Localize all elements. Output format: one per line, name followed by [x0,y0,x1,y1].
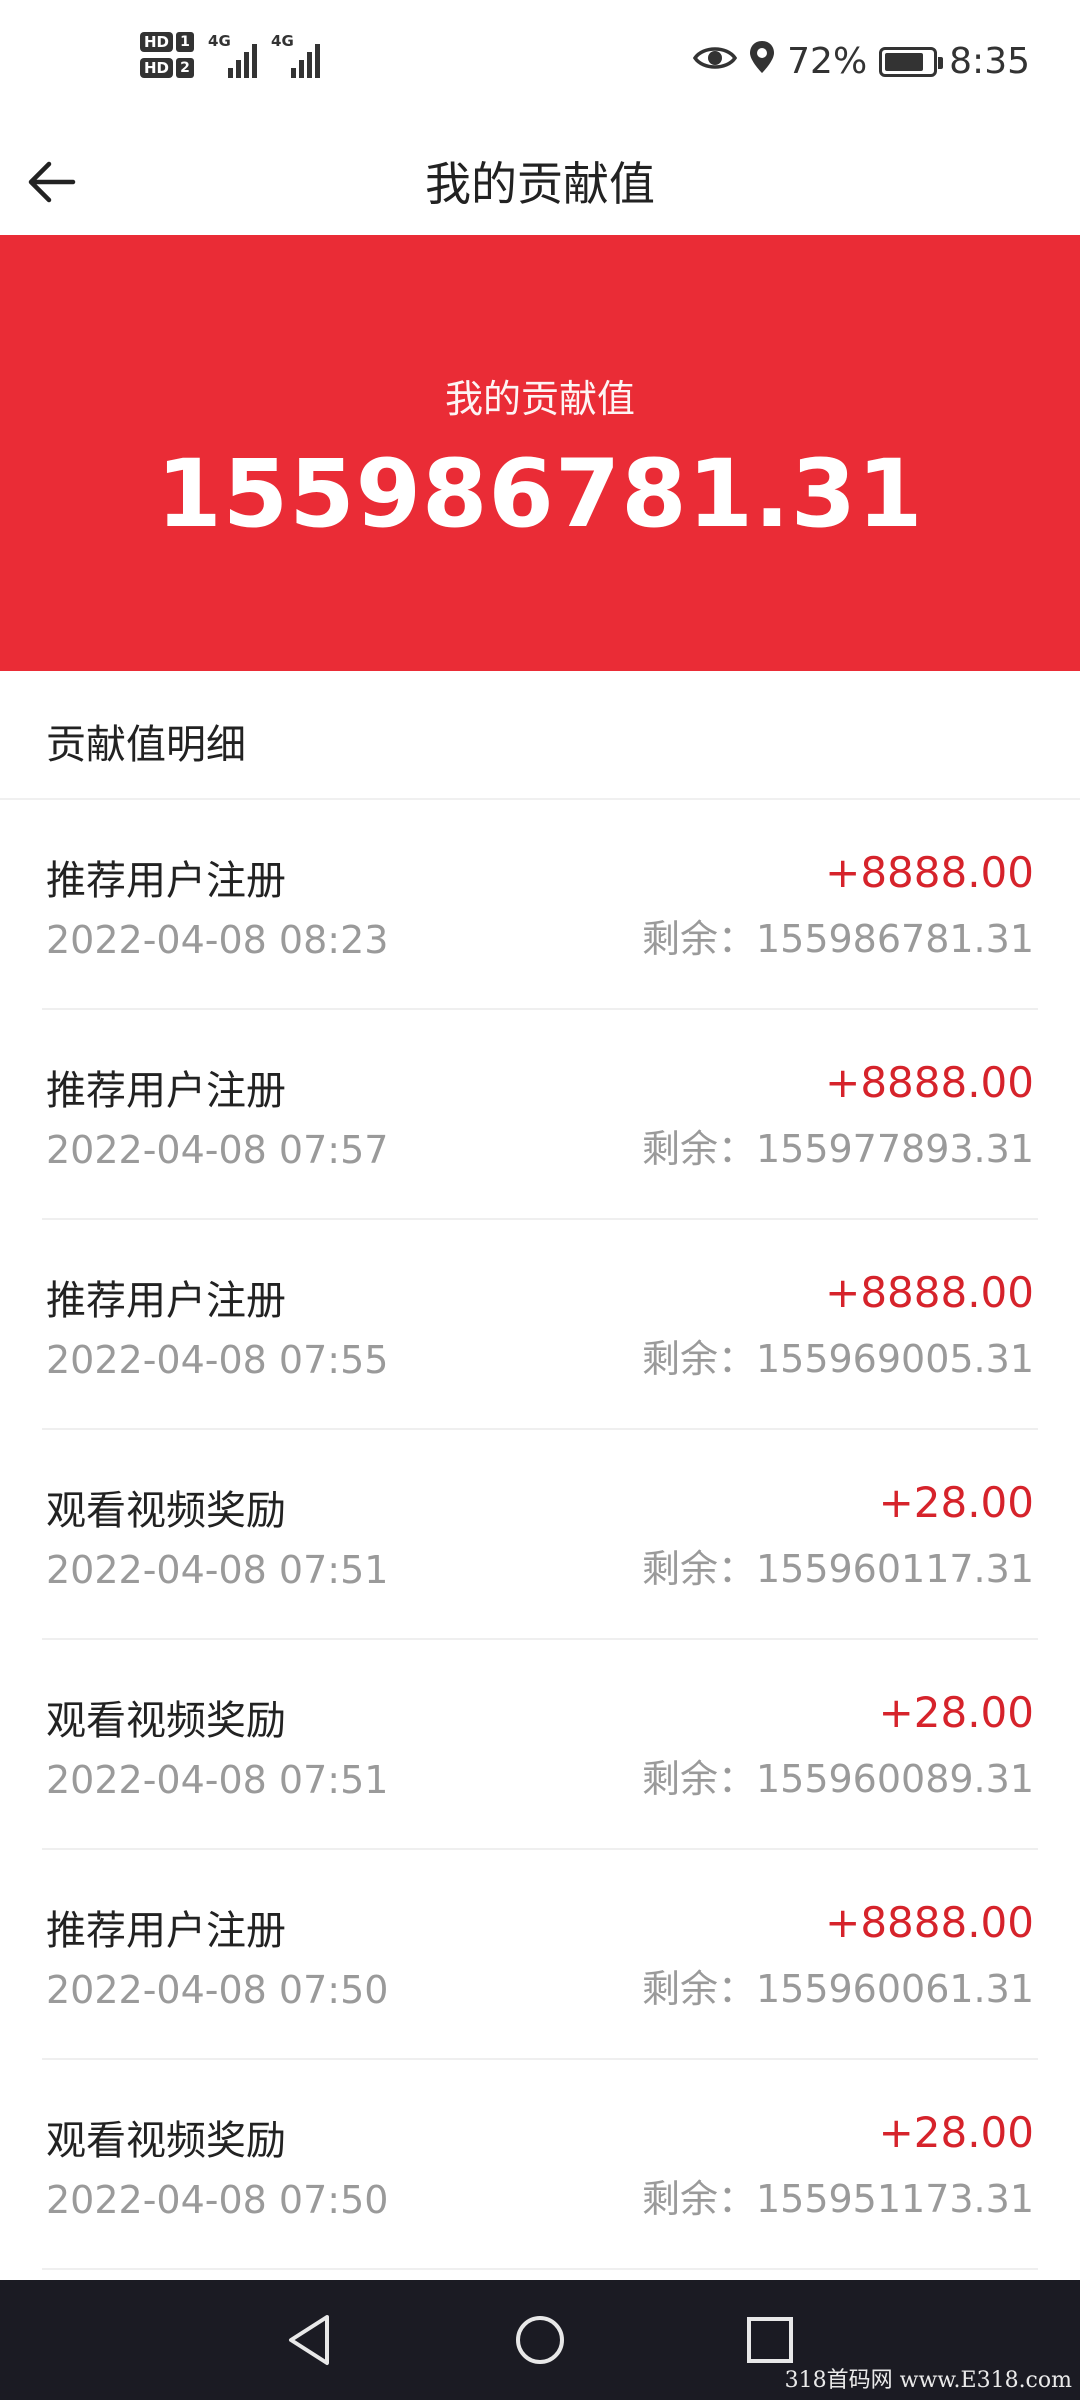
record-time: 2022-04-08 07:55 [46,1338,389,1382]
status-bar: HD 1 HD 2 4G 4G 72% 8:35 [0,0,1080,130]
nav-back-button[interactable] [280,2310,340,2370]
list-item: 推荐用户注册 2022-04-08 08:23 +8888.00 剩余：1559… [42,800,1038,1010]
contribution-total: 155986781.31 [156,440,924,549]
sim2-badge: HD 2 [140,58,195,78]
sim2-hd: HD [140,58,174,78]
sim1-num: 1 [176,32,195,52]
status-bar-right: 72% 8:35 [693,40,1030,83]
record-time: 2022-04-08 07:50 [46,1968,389,2012]
sim-indicators: HD 1 HD 2 [140,32,195,78]
record-balance: 剩余：155960117.31 [641,1547,1034,1591]
contribution-banner: 我的贡献值 155986781.31 [0,235,1080,671]
list-item: 推荐用户注册 2022-04-08 07:57 +8888.00 剩余：1559… [42,1010,1038,1220]
system-nav-bar: 318首码网 www.E318.com [0,2280,1080,2400]
record-amount: +8888.00 [825,848,1034,897]
list-item: 推荐用户注册 2022-04-08 07:55 +8888.00 剩余：1559… [42,1220,1038,1430]
sim1-badge: HD 1 [140,32,195,52]
record-balance: 剩余：155969005.31 [641,1337,1034,1381]
signal-2: 4G [271,32,321,78]
record-balance: 剩余：155951173.31 [641,2177,1034,2221]
nav-home-icon [516,2316,564,2364]
nav-recents-icon [747,2317,793,2363]
record-title: 观看视频奖励 [46,1488,286,1534]
battery-fill [885,52,923,71]
list-item: 推荐用户注册 2022-04-08 07:50 +8888.00 剩余：1559… [42,1850,1038,2060]
list-item: 观看视频奖励 2022-04-08 07:51 +28.00 剩余：155960… [42,1640,1038,1850]
banner-label: 我的贡献值 [444,377,635,421]
record-title: 观看视频奖励 [46,2118,286,2164]
record-amount: +28.00 [878,2108,1034,2157]
record-balance: 剩余：155977893.31 [641,1127,1034,1171]
record-time: 2022-04-08 08:23 [46,918,389,962]
list-item: 观看视频奖励 2022-04-08 07:51 +28.00 剩余：155960… [42,1430,1038,1640]
record-balance: 剩余：155960061.31 [641,1967,1034,2011]
nav-recents-button[interactable] [740,2310,800,2370]
records-list: 推荐用户注册 2022-04-08 08:23 +8888.00 剩余：1559… [0,800,1080,2270]
record-amount: +8888.00 [825,1058,1034,1107]
watermark: 318首码网 www.E318.com [784,2368,1072,2393]
signal-bars-1-icon [228,38,258,78]
record-title: 推荐用户注册 [46,1278,286,1324]
battery-percent: 72% [787,41,868,82]
record-amount: +8888.00 [825,1268,1034,1317]
nav-home-button[interactable] [510,2310,570,2370]
record-balance: 剩余：155986781.31 [641,917,1034,961]
record-balance: 剩余：155960089.31 [641,1757,1034,1801]
nav-back-icon [289,2315,329,2365]
network-type-2: 4G [271,32,294,50]
sim1-hd: HD [140,32,174,52]
record-title: 推荐用户注册 [46,1908,286,1954]
network-type-1: 4G [208,32,231,50]
list-item: 观看视频奖励 2022-04-08 07:50 +28.00 剩余：155951… [42,2060,1038,2270]
section-title: 贡献值明细 [46,722,246,768]
page-title: 我的贡献值 [425,157,655,211]
record-title: 观看视频奖励 [46,1698,286,1744]
record-amount: +28.00 [878,1688,1034,1737]
record-amount: +8888.00 [825,1898,1034,1947]
battery-icon [879,46,944,77]
location-icon [749,40,775,83]
record-time: 2022-04-08 07:57 [46,1128,389,1172]
status-bar-left: HD 1 HD 2 4G 4G [140,32,321,78]
clock: 8:35 [949,41,1030,82]
signal-bars-2-icon [291,38,321,78]
eye-icon [693,41,738,82]
record-time: 2022-04-08 07:50 [46,2178,389,2222]
app-header: 我的贡献值 [0,130,1080,235]
record-time: 2022-04-08 07:51 [46,1548,389,1592]
record-time: 2022-04-08 07:51 [46,1758,389,1802]
record-title: 推荐用户注册 [46,1068,286,1114]
signal-1: 4G [208,32,258,78]
record-amount: +28.00 [878,1478,1034,1527]
record-title: 推荐用户注册 [46,858,286,904]
sim2-num: 2 [176,58,195,78]
